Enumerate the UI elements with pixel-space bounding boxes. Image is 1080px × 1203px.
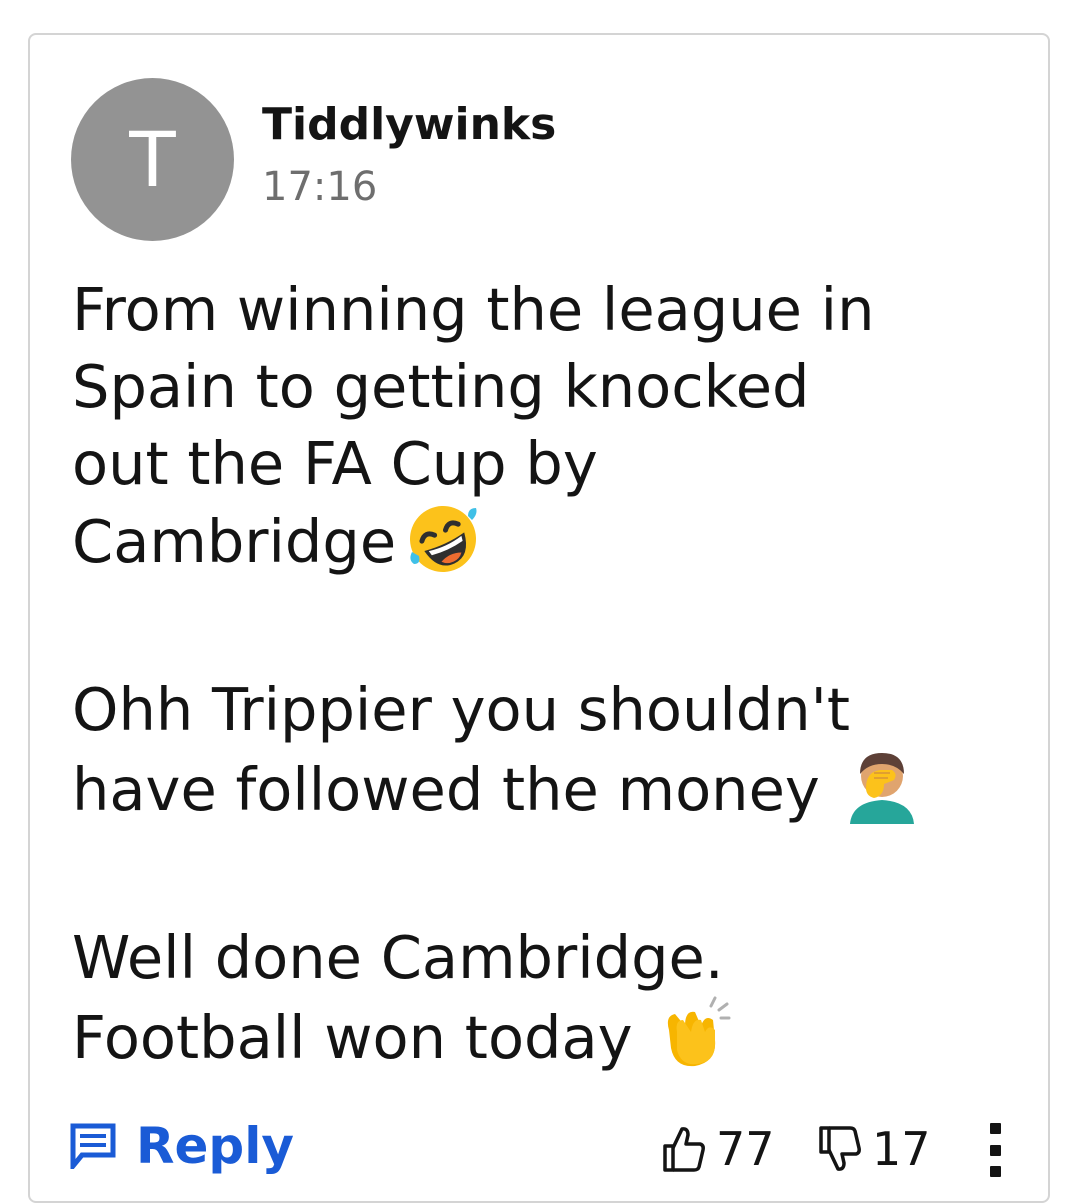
comment-paragraph: From winning the league in Spain to gett… <box>72 271 1032 594</box>
thumbs-down-icon <box>818 1124 862 1174</box>
comment-line: Ohh Trippier you shouldn't <box>72 675 850 744</box>
author-name[interactable]: Tiddlywinks <box>262 99 556 151</box>
comment-paragraph: Ohh Trippier you shouldn't have followed… <box>72 671 1032 842</box>
comment-paragraph: Well done Cambridge. Football won today <box>72 919 1032 1090</box>
reply-label: Reply <box>136 1117 294 1175</box>
clapping-hands-icon <box>655 996 731 1090</box>
comment-line: out the FA Cup by <box>72 429 598 498</box>
comment-line: Spain to getting knocked <box>72 352 810 421</box>
reply-button[interactable]: Reply <box>70 1116 294 1176</box>
comment-body: From winning the league in Spain to gett… <box>72 271 1032 1090</box>
more-vertical-icon <box>989 1123 1001 1134</box>
comment-line: From winning the league in <box>72 275 875 344</box>
dislike-button[interactable]: 17 <box>818 1119 931 1179</box>
comment-card: T Tiddlywinks 17:16 From winning the lea… <box>28 33 1050 1203</box>
dislike-count: 17 <box>872 1122 931 1176</box>
like-button[interactable]: 77 <box>662 1119 775 1179</box>
thumbs-up-icon <box>662 1124 706 1174</box>
comment-line: Football won today <box>72 996 1032 1090</box>
more-vertical-icon-dot <box>989 1166 1001 1177</box>
more-vertical-icon-dot <box>989 1144 1001 1156</box>
rolling-on-floor-laughing-icon <box>406 502 480 594</box>
comment-line: Well done Cambridge. <box>72 923 724 992</box>
more-options-button[interactable] <box>980 1123 1010 1177</box>
comment-line: Cambridge <box>72 502 1032 594</box>
comment-icon <box>70 1123 116 1169</box>
like-count: 77 <box>716 1122 775 1176</box>
comment-line: have followed the money <box>72 748 1032 842</box>
avatar[interactable]: T <box>71 78 234 241</box>
man-facepalming-icon <box>844 748 920 842</box>
comment-timestamp: 17:16 <box>262 164 378 210</box>
